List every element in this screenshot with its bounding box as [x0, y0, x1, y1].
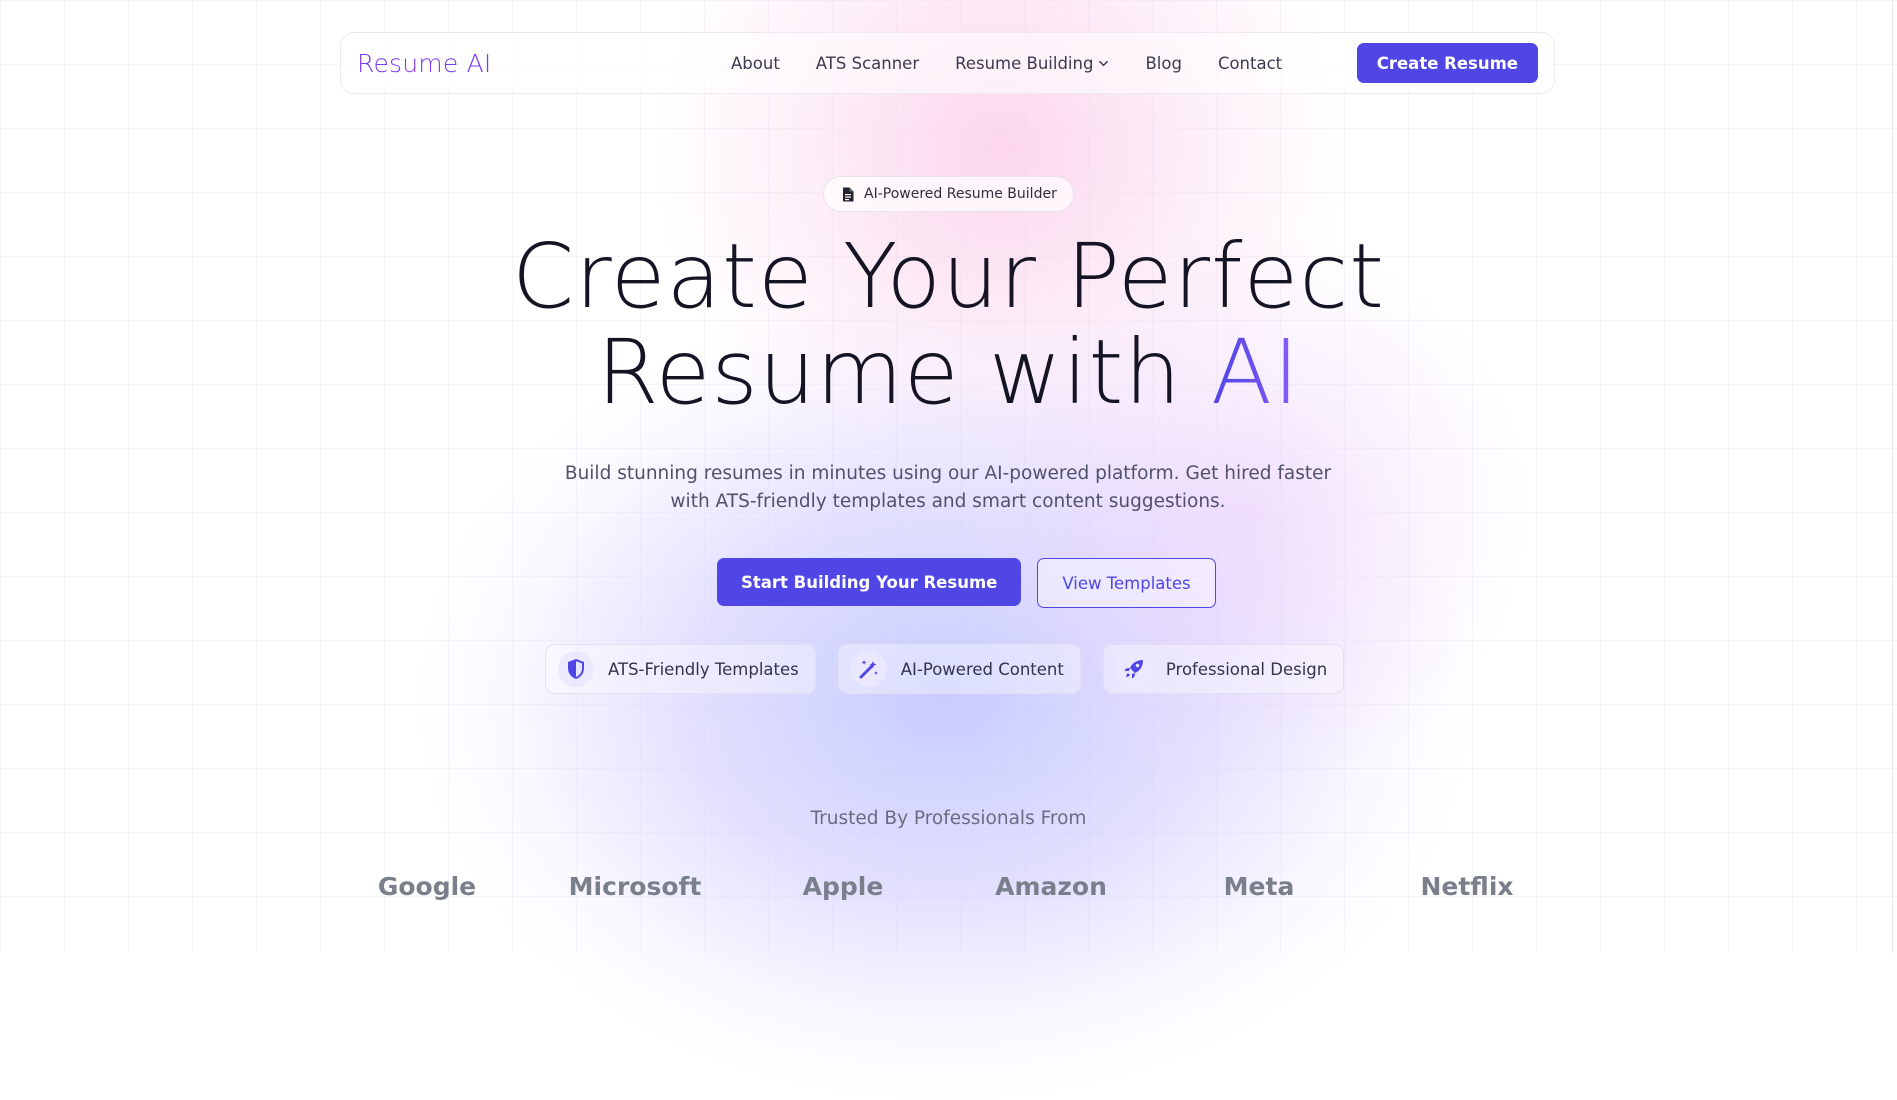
nav-link-ats-scanner[interactable]: ATS Scanner — [816, 54, 919, 73]
hero-title: Create Your Perfect Resume with AI — [0, 228, 1897, 420]
company-logo-netflix: Netflix — [1420, 872, 1514, 901]
hero-title-accent: AI — [1211, 320, 1301, 424]
company-logos: Google Microsoft Apple Amazon Meta Netfl… — [340, 872, 1555, 912]
nav-link-about[interactable]: About — [731, 54, 780, 73]
shield-icon — [558, 651, 594, 687]
hero-subtitle-line2: with ATS-friendly templates and smart co… — [670, 491, 1226, 512]
nav-link-blog[interactable]: Blog — [1145, 54, 1181, 73]
feature-label: Professional Design — [1165, 659, 1328, 679]
hero-subtitle: Build stunning resumes in minutes using … — [548, 460, 1348, 516]
nav-link-resume-building-label: Resume Building — [955, 53, 1094, 73]
magic-wand-icon — [850, 651, 887, 687]
company-logo-amazon: Amazon — [995, 872, 1107, 901]
nav-links: About ATS Scanner Resume Building Blog C… — [731, 54, 1282, 73]
company-logo-meta: Meta — [1223, 872, 1295, 901]
nav-link-contact[interactable]: Contact — [1218, 54, 1282, 73]
hero-cta-row: Start Building Your Resume View Template… — [717, 558, 1216, 608]
hero-badge: AI-Powered Resume Builder — [823, 176, 1074, 212]
document-icon — [843, 187, 854, 201]
top-navbar: Resume AI About ATS Scanner Resume Build… — [340, 32, 1555, 94]
view-templates-button[interactable]: View Templates — [1037, 558, 1216, 608]
chevron-down-icon — [1099, 60, 1109, 66]
feature-professional-design: Professional Design — [1102, 644, 1345, 694]
hero-badge-label: AI-Powered Resume Builder — [864, 186, 1057, 202]
trusted-heading: Trusted By Professionals From — [810, 808, 1087, 829]
feature-label: ATS-Friendly Templates — [608, 659, 799, 679]
start-building-button[interactable]: Start Building Your Resume — [717, 558, 1022, 606]
company-logo-google: Google — [377, 872, 477, 901]
nav-link-resume-building-dropdown[interactable]: Resume Building — [955, 54, 1109, 73]
hero-title-line2: Resume with — [596, 320, 1212, 424]
company-logo-apple: Apple — [802, 872, 884, 901]
hero-subtitle-line1: Build stunning resumes in minutes using … — [564, 463, 1332, 484]
feature-label: AI-Powered Content — [900, 659, 1064, 679]
brand-logo[interactable]: Resume AI — [357, 49, 597, 78]
feature-ai-powered: AI-Powered Content — [837, 644, 1081, 694]
hero-title-line1: Create Your Perfect — [511, 224, 1386, 328]
feature-ats-friendly: ATS-Friendly Templates — [545, 644, 816, 694]
feature-list: ATS-Friendly Templates AI-Powered Conten… — [545, 644, 1345, 694]
rocket-icon — [1115, 651, 1152, 687]
create-resume-button[interactable]: Create Resume — [1356, 43, 1538, 83]
company-logo-microsoft: Microsoft — [568, 872, 702, 901]
